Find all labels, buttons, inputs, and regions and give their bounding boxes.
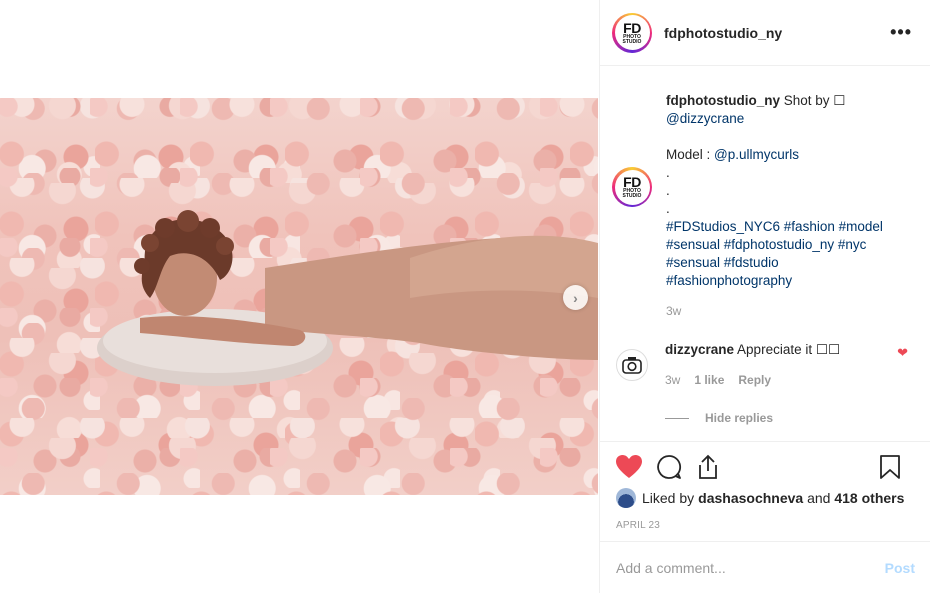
- post-sidebar: FD PHOTO STUDIO fdphotostudio_ny ••• FD …: [599, 0, 930, 593]
- divider: [665, 417, 689, 419]
- hide-replies-label: Hide replies: [705, 411, 774, 425]
- logo-sub-text: PHOTO STUDIO: [622, 33, 642, 45]
- caption: FD PHOTO STUDIO fdphotostudio_ny Shot by…: [612, 82, 914, 320]
- author-avatar[interactable]: FD PHOTO STUDIO: [612, 12, 652, 53]
- caption-dot: .: [666, 165, 670, 180]
- comment-body: dizzycrane Appreciate it ☐☐ 3w 1 like Re…: [665, 341, 840, 389]
- fd-logo: FD PHOTO STUDIO: [616, 171, 648, 203]
- mention-link[interactable]: @dizzycrane: [666, 111, 744, 126]
- post-date[interactable]: April 23: [616, 520, 915, 531]
- photo-illustration: [97, 210, 598, 386]
- caption-line-1: fdphotostudio_ny Shot by ☐ @dizzycrane: [666, 92, 902, 128]
- likes-summary: Liked by dashasochneva and 418 others: [616, 488, 915, 508]
- post-actions: Liked by dashasochneva and 418 others Ap…: [600, 441, 930, 531]
- likes-others[interactable]: 418 others: [834, 490, 904, 506]
- post-header: FD PHOTO STUDIO fdphotostudio_ny •••: [600, 0, 930, 66]
- caption-hashtags[interactable]: #FDStudios_NYC6 #fashion #model #sensual…: [666, 218, 902, 290]
- comment-input[interactable]: [616, 559, 885, 576]
- like-heart-icon[interactable]: [616, 455, 642, 479]
- comment-line: dizzycrane Appreciate it ☐☐: [665, 341, 840, 359]
- caption-dot: .: [666, 201, 670, 216]
- liker-avatar[interactable]: [616, 488, 636, 508]
- caption-avatar[interactable]: FD PHOTO STUDIO: [612, 167, 652, 207]
- share-icon[interactable]: [696, 454, 720, 480]
- avatar-ring-inner: FD PHOTO STUDIO: [614, 15, 650, 50]
- add-comment-bar: Post: [600, 541, 930, 593]
- comment-like-heart-icon[interactable]: ❤: [897, 345, 908, 361]
- logo-main-text: FD: [623, 19, 641, 36]
- comments-section: FD PHOTO STUDIO fdphotostudio_ny Shot by…: [600, 66, 930, 441]
- bookmark-icon[interactable]: [879, 454, 901, 480]
- caption-dot: .: [666, 183, 670, 198]
- mention-link[interactable]: @p.ullmycurls: [714, 147, 799, 162]
- comment-meta: 3w 1 like Reply: [665, 371, 840, 389]
- action-icons-row: [616, 442, 915, 492]
- model-label: Model :: [666, 147, 715, 162]
- hide-replies-button[interactable]: Hide replies: [665, 411, 914, 425]
- comment-likes[interactable]: 1 like: [694, 371, 724, 389]
- post-comment-button[interactable]: Post: [885, 560, 915, 576]
- likes-prefix: Liked by: [642, 490, 695, 506]
- camera-icon: [622, 357, 642, 374]
- post-photo[interactable]: [0, 98, 598, 495]
- author-username[interactable]: fdphotostudio_ny: [664, 25, 782, 41]
- caption-model-line: Model : @p.ullmycurls: [666, 146, 902, 164]
- next-photo-button[interactable]: ›: [563, 285, 588, 310]
- commenter-avatar[interactable]: [616, 349, 648, 381]
- reply-button[interactable]: Reply: [738, 371, 771, 389]
- chevron-right-icon: ›: [573, 289, 578, 306]
- caption-text: Shot by ☐: [783, 93, 846, 108]
- caption-body: fdphotostudio_ny Shot by ☐ @dizzycrane M…: [666, 92, 902, 320]
- avatar-ring-inner: FD PHOTO STUDIO: [614, 169, 650, 205]
- more-options-icon[interactable]: •••: [890, 22, 918, 43]
- comment-bubble-icon[interactable]: [656, 454, 682, 480]
- liker-username[interactable]: dashasochneva: [698, 490, 803, 506]
- caption-username[interactable]: fdphotostudio_ny: [666, 93, 780, 108]
- logo-sub-text: PHOTO STUDIO: [622, 188, 642, 199]
- likes-middle: and: [803, 490, 835, 506]
- comment-text: Appreciate it ☐☐: [737, 342, 841, 357]
- comment-time[interactable]: 3w: [665, 371, 680, 389]
- logo-main-text: FD: [623, 174, 641, 190]
- fd-logo: FD PHOTO STUDIO: [616, 17, 648, 48]
- comment-item: dizzycrane Appreciate it ☐☐ 3w 1 like Re…: [612, 341, 914, 389]
- photo-panel: ›: [0, 0, 600, 593]
- comment-username[interactable]: dizzycrane: [665, 342, 734, 357]
- caption-time[interactable]: 3w: [666, 302, 902, 320]
